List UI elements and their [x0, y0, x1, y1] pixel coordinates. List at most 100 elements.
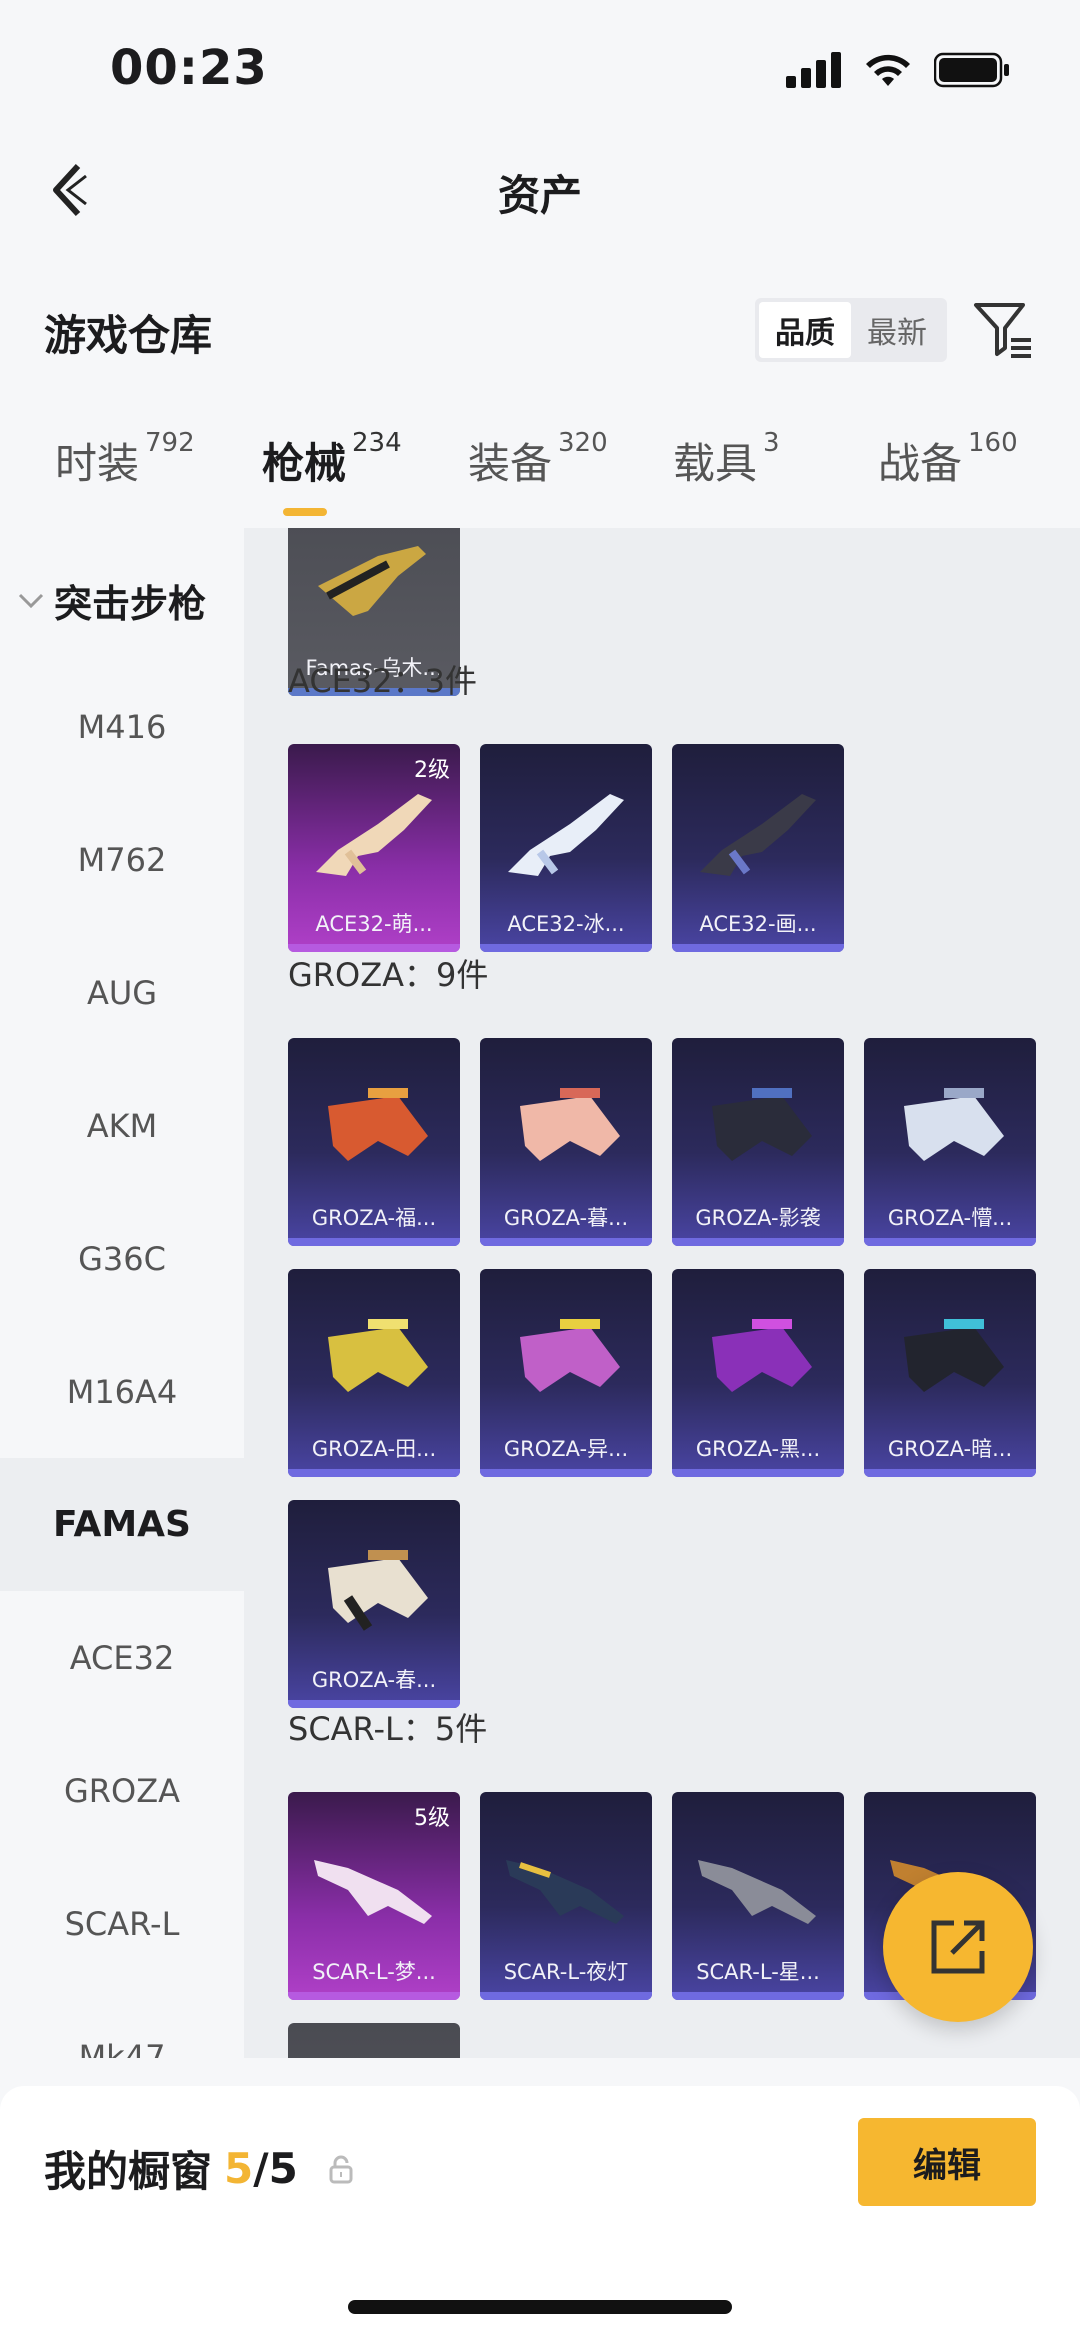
- sidebar-item-groza[interactable]: GROZA: [0, 1724, 244, 1857]
- sidebar-item-akm[interactable]: AKM: [0, 1059, 244, 1192]
- weapon-card[interactable]: [288, 2023, 460, 2058]
- tab-count: 234: [352, 428, 402, 458]
- sidebar-item-famas[interactable]: FAMAS: [0, 1458, 244, 1591]
- gun-image-icon: [508, 794, 624, 876]
- card-rarity-bar: [480, 944, 652, 952]
- gun-image-icon: [328, 1088, 428, 1161]
- gun-image-icon: [328, 1319, 428, 1392]
- share-fab-button[interactable]: [883, 1872, 1033, 2022]
- weapon-card[interactable]: 2级 ACE32-萌...: [288, 744, 460, 952]
- weapon-card-name: GROZA-田...: [311, 1437, 437, 1461]
- tab-count: 160: [968, 428, 1018, 458]
- weapon-card[interactable]: GROZA-福...: [288, 1038, 460, 1246]
- weapon-card[interactable]: GROZA-暗...: [864, 1269, 1036, 1477]
- tab-gear[interactable]: 战备 160: [878, 428, 1018, 491]
- gun-image-icon: [712, 1319, 812, 1392]
- card-rarity-bar: [288, 1469, 460, 1477]
- sidebar-group-assault-rifles[interactable]: 突击步枪: [18, 573, 206, 628]
- weapon-card-name: SCAR-L-星...: [696, 1960, 820, 1984]
- weapon-card[interactable]: GROZA-暮...: [480, 1038, 652, 1246]
- gun-image-icon: [520, 1319, 620, 1392]
- card-rarity-bar: [672, 1992, 844, 2000]
- tab-firearms[interactable]: 枪械 234: [262, 428, 402, 491]
- gun-image-icon: [904, 1088, 1004, 1161]
- section-title: 游戏仓库: [44, 311, 213, 360]
- weapon-card-name: SCAR-L-梦...: [312, 1960, 436, 1984]
- weapon-card[interactable]: GROZA-影袭: [672, 1038, 844, 1246]
- weapon-card-name: GROZA-暗...: [887, 1437, 1013, 1461]
- weapon-card-name: ACE32-画...: [699, 912, 817, 936]
- group-label-ace32: ACE32：3件: [288, 662, 477, 700]
- gun-image-icon: [904, 1319, 1004, 1392]
- status-bar: 00:23: [0, 0, 1080, 130]
- gun-image-icon: [314, 1860, 432, 1924]
- tab-label: 时装: [55, 439, 140, 488]
- filter-icon: [974, 303, 1031, 358]
- weapon-card[interactable]: GROZA-异...: [480, 1269, 652, 1477]
- tab-vehicles[interactable]: 载具 3: [673, 428, 780, 491]
- weapon-card[interactable]: GROZA-懵...: [864, 1038, 1036, 1246]
- edit-button[interactable]: 编辑: [858, 2118, 1036, 2206]
- gun-image-icon: [316, 794, 432, 876]
- group-label-scar-l: SCAR-L：5件: [288, 1710, 488, 1748]
- signal-icon: [786, 52, 841, 88]
- sort-quality-button[interactable]: 品质: [759, 302, 851, 358]
- showcase-current: 5: [224, 2144, 254, 2193]
- weapon-card[interactable]: GROZA-春...: [288, 1500, 460, 1708]
- filter-button[interactable]: [970, 296, 1036, 362]
- showcase-title: 我的橱窗: [44, 2147, 213, 2196]
- gun-image-icon: [700, 794, 816, 876]
- sidebar-item-g36c[interactable]: G36C: [0, 1192, 244, 1325]
- wifi-icon: [866, 54, 910, 86]
- sidebar-item-m762[interactable]: M762: [0, 793, 244, 926]
- weapon-card[interactable]: 5级 SCAR-L-梦...: [288, 1792, 460, 2000]
- gun-image-icon: [506, 1860, 624, 1924]
- gun-image-icon: [328, 1550, 428, 1631]
- card-rarity-bar: [864, 1469, 1036, 1477]
- card-rarity-bar: [480, 1469, 652, 1477]
- tab-label: 装备: [468, 439, 553, 488]
- card-rarity-bar: [480, 1992, 652, 2000]
- weapon-card-name: GROZA-影袭: [695, 1206, 821, 1230]
- gun-image-icon: [318, 546, 426, 616]
- category-tabs: 时装 792 枪械 234 装备 320 载具 3 战备 160: [0, 428, 1080, 530]
- sidebar-item-m16a4[interactable]: M16A4: [0, 1325, 244, 1458]
- weapon-card[interactable]: GROZA-黑...: [672, 1269, 844, 1477]
- tab-equipment[interactable]: 装备 320: [468, 428, 608, 491]
- sort-toggle: 品质 最新: [755, 298, 947, 362]
- card-rarity-bar: [672, 1238, 844, 1246]
- group-label-groza: GROZA：9件: [288, 956, 489, 994]
- gun-image-icon: [712, 1088, 812, 1161]
- sidebar-item-aug[interactable]: AUG: [0, 926, 244, 1059]
- weapon-card-name: GROZA-福...: [311, 1206, 437, 1230]
- card-rarity-bar: [672, 1469, 844, 1477]
- weapon-card[interactable]: ACE32-画...: [672, 744, 844, 952]
- card-rarity-bar: [288, 1992, 460, 2000]
- weapon-card[interactable]: SCAR-L-夜灯: [480, 1792, 652, 2000]
- sidebar-item-scar-l[interactable]: SCAR-L: [0, 1857, 244, 1990]
- sidebar-group-label: 突击步枪: [54, 582, 207, 626]
- gun-image-icon: [520, 1088, 620, 1161]
- lock-icon[interactable]: [328, 2154, 354, 2184]
- sidebar-item-m416[interactable]: M416: [0, 660, 244, 793]
- tab-fashion[interactable]: 时装 792: [55, 428, 195, 491]
- tab-count: 320: [558, 428, 608, 458]
- tab-indicator: [283, 508, 327, 516]
- weapon-card-name: GROZA-懵...: [887, 1206, 1013, 1230]
- weapon-card[interactable]: GROZA-田...: [288, 1269, 460, 1477]
- weapon-sidebar: 突击步枪 M416 M762 AUG AKM G36C M16A4 FAMAS …: [0, 528, 244, 2058]
- sort-latest-button[interactable]: 最新: [851, 302, 943, 358]
- status-icons: [786, 52, 1010, 88]
- card-rarity-bar: [864, 1238, 1036, 1246]
- sidebar-item-mk47[interactable]: Mk47: [0, 1990, 244, 2059]
- showcase-title-row: 我的橱窗 5/5: [44, 2138, 354, 2199]
- status-time: 00:23: [110, 40, 268, 96]
- weapon-card-name: GROZA-春...: [311, 1668, 437, 1692]
- tab-label: 载具: [673, 439, 758, 488]
- weapon-grid: Famas-乌木... ACE32：3件 2级 ACE32-萌... ACE32…: [244, 528, 1080, 2058]
- weapon-card[interactable]: SCAR-L-星...: [672, 1792, 844, 2000]
- weapon-card-name: GROZA-暮...: [503, 1206, 629, 1230]
- sidebar-item-ace32[interactable]: ACE32: [0, 1591, 244, 1724]
- showcase-count: 5/5: [224, 2144, 298, 2193]
- weapon-card[interactable]: ACE32-冰...: [480, 744, 652, 952]
